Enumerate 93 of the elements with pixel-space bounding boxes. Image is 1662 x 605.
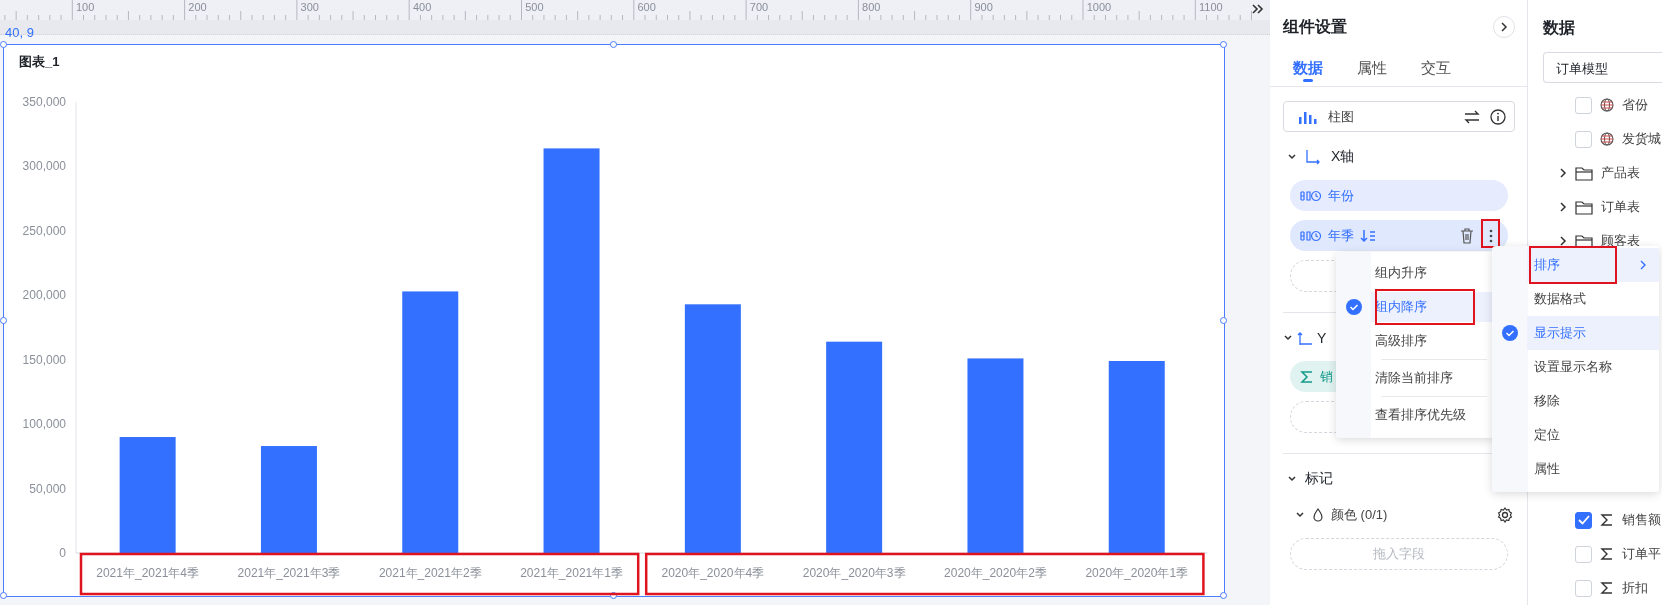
panel-title: 组件设置 (1283, 16, 1347, 37)
axis-label: 2020年_2020年1季 (1085, 566, 1189, 580)
chevron-icon (1500, 22, 1508, 32)
resize-handle[interactable] (0, 316, 7, 324)
resize-handle[interactable] (1220, 316, 1227, 324)
model-select[interactable]: 订单模型 (1543, 52, 1662, 83)
menu-item[interactable]: 设置显示名称 (1527, 350, 1659, 384)
sum-icon (1600, 581, 1614, 595)
tab[interactable]: 交互 (1421, 50, 1451, 86)
chevron-icon[interactable] (1559, 168, 1567, 178)
bar[interactable] (826, 341, 883, 553)
menu-item[interactable]: 查看排序优先级 (1371, 400, 1495, 430)
resize-handle[interactable] (1220, 41, 1227, 48)
date-field-icon (1300, 189, 1322, 202)
folder-icon (1575, 165, 1593, 181)
chevron-icon[interactable] (1287, 153, 1297, 161)
axis-label: 2021年_2021年3季 (237, 566, 341, 580)
menu-item[interactable]: 排序 (1527, 248, 1659, 282)
axis-label: 0 (59, 546, 66, 560)
axis-label: 250,000 (22, 223, 66, 238)
chevron-icon[interactable] (1283, 334, 1293, 342)
folder-icon (1575, 233, 1593, 249)
axis-label: 2020年_2020年2季 (944, 566, 1047, 580)
bar[interactable] (543, 148, 600, 553)
menu-item[interactable]: 清除当前排序 (1371, 363, 1495, 393)
folder-icon (1575, 199, 1593, 215)
axis-label: 100,000 (22, 417, 66, 432)
resize-handle[interactable] (610, 41, 617, 48)
field-pill[interactable]: 年份 (1290, 180, 1508, 211)
bar[interactable] (967, 358, 1024, 553)
tree-item[interactable]: 订单表 (1601, 198, 1640, 216)
droplet-icon (1312, 508, 1324, 522)
axis-label: 2021年_2021年1季 (520, 566, 623, 580)
section-title: X轴 (1331, 148, 1355, 166)
axis-label: 300,000 (22, 159, 66, 174)
menu-item[interactable]: 定位 (1527, 418, 1659, 452)
sum-icon (1600, 513, 1614, 527)
menu-item[interactable]: 显示提示 (1527, 316, 1659, 350)
swap-icon[interactable] (1464, 109, 1480, 124)
tree-item[interactable]: 顾客表 (1601, 232, 1640, 250)
field-pill[interactable]: 年季 (1290, 220, 1508, 251)
chevron-icon[interactable] (1559, 236, 1567, 246)
date-field-icon (1300, 229, 1322, 242)
settings-icon[interactable] (1497, 507, 1513, 523)
double-chevron-icon[interactable] (1252, 4, 1264, 14)
chart-type-select[interactable]: 柱图 (1283, 101, 1515, 132)
bar-chart-icon (1298, 109, 1318, 124)
menu-item[interactable]: 数据格式 (1527, 282, 1659, 316)
sum-icon (1600, 547, 1614, 561)
axis-label: 350,000 (22, 95, 66, 109)
menu-item[interactable]: 移除 (1527, 384, 1659, 418)
globe-icon (1600, 132, 1614, 146)
tree-item[interactable]: 折扣 (1622, 579, 1648, 597)
tree-item[interactable]: 产品表 (1601, 164, 1640, 182)
tab[interactable]: 属性 (1357, 50, 1387, 86)
axis-label: 50,000 (29, 481, 66, 496)
coordinates-label: 40, 9 (5, 26, 34, 40)
tree-item[interactable]: 省份 (1622, 96, 1648, 114)
trash-icon[interactable] (1460, 227, 1474, 244)
menu-item[interactable]: 组内升序 (1371, 258, 1495, 288)
section-title: Y (1317, 330, 1327, 346)
collapse-button[interactable] (1493, 16, 1515, 38)
axis-label: 2020年_2020年3季 (802, 566, 906, 580)
bar[interactable] (119, 437, 176, 553)
axis-label: 2021年_2021年4季 (96, 566, 199, 580)
globe-icon (1600, 98, 1614, 112)
axis-label: 200,000 (22, 288, 66, 303)
field-label: 颜色 (0/1) (1331, 506, 1388, 524)
chevron-icon[interactable] (1559, 202, 1567, 212)
ruler: 100 200 300 400 500 600 700 800 900 1000 1100 (0, 0, 1270, 20)
info-icon[interactable] (1490, 108, 1506, 125)
bar[interactable] (684, 304, 741, 553)
axis-label: 150,000 (22, 352, 66, 367)
axis-icon (1296, 330, 1314, 346)
panel-title: 数据 (1543, 18, 1576, 38)
resize-handle[interactable] (0, 41, 7, 48)
axis-label: 2020年_2020年4季 (661, 566, 765, 580)
checkbox[interactable] (1575, 511, 1592, 529)
chevron-icon[interactable] (1287, 475, 1297, 483)
bar[interactable] (402, 291, 459, 553)
sum-icon (1300, 369, 1314, 384)
tree-item[interactable]: 订单平 (1622, 545, 1661, 563)
resize-handle[interactable] (0, 592, 7, 599)
chart-title: 图表_1 (19, 53, 60, 71)
tree-item[interactable]: 销售额 (1622, 511, 1661, 529)
menu-item[interactable]: 高级排序 (1371, 326, 1495, 356)
axis-label: 2021年_2021年2季 (378, 566, 482, 580)
chevron-icon[interactable] (1295, 511, 1305, 519)
section-title: 标记 (1305, 470, 1333, 488)
resize-handle[interactable] (1220, 592, 1227, 599)
menu-item[interactable]: 属性 (1527, 452, 1659, 486)
tree-item[interactable]: 发货城 (1622, 130, 1661, 148)
tab[interactable]: 数据 (1293, 50, 1323, 86)
